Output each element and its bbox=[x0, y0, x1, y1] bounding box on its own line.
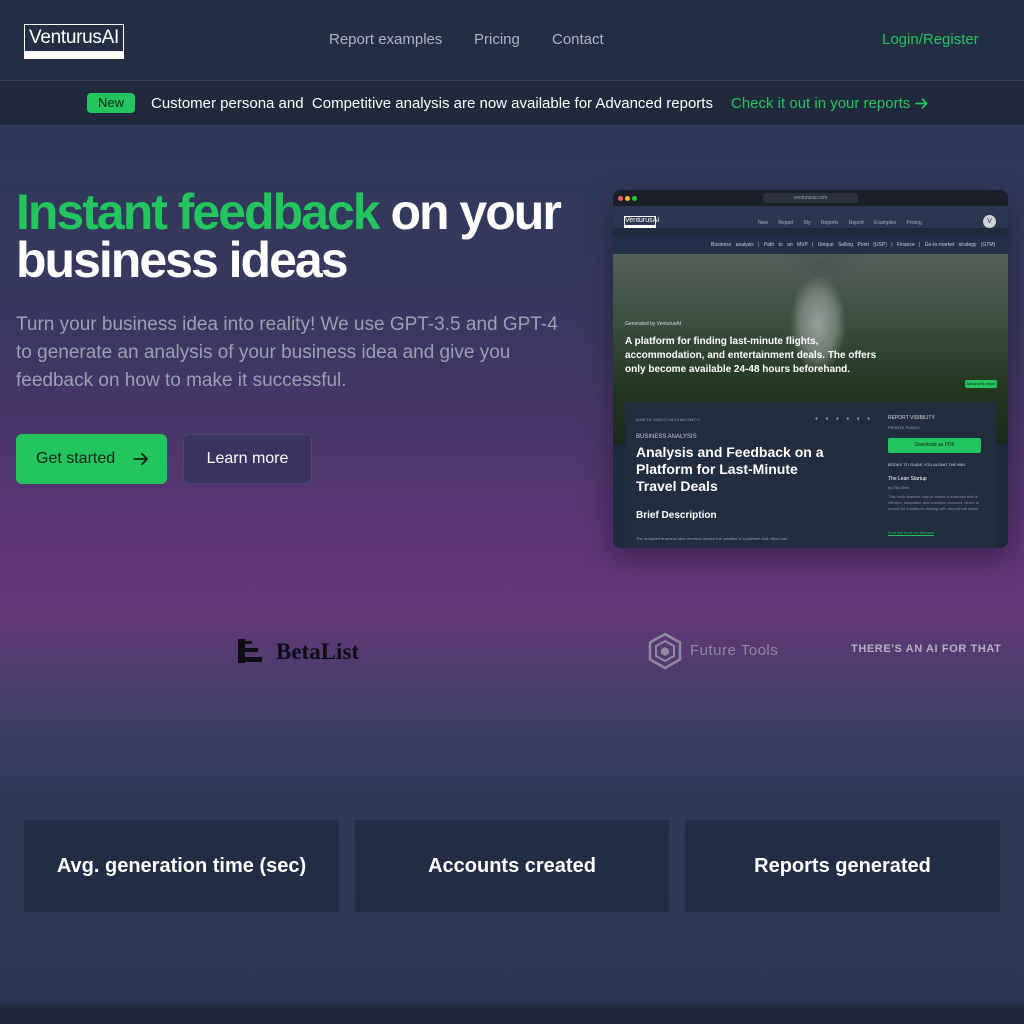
preview-section-heading: Brief Description bbox=[636, 510, 717, 521]
announcement-bar: New Customer persona and Competitive ana… bbox=[0, 80, 1024, 126]
futuretools-hexagon-icon bbox=[648, 632, 682, 670]
preview-category: BUSINESS ANALYSIS bbox=[636, 434, 697, 440]
preview-books-label: BOOKS TO GUIDE YOU ALONG THE WAY bbox=[888, 462, 966, 467]
betalist-text: BetaList bbox=[276, 639, 360, 664]
get-started-label: Get started bbox=[36, 450, 116, 467]
betalist-icon bbox=[238, 639, 262, 663]
announcement-text: Customer persona and Competitive analysi… bbox=[151, 95, 713, 112]
close-dot-icon bbox=[618, 196, 623, 201]
app-preview-image: venturusai.com VenturusAI New Report My … bbox=[613, 190, 1008, 548]
stat-card-reports-generated: Reports generated bbox=[685, 820, 1000, 912]
hero-title: Instant feedback on your business ideas bbox=[16, 187, 606, 285]
minimize-dot-icon bbox=[625, 196, 630, 201]
preview-date: JUNE 18, 2023 07:18:43 AM GMT+1 bbox=[635, 417, 701, 422]
preview-book-author: by Eric Ries bbox=[888, 485, 910, 490]
stat-label: Reports generated bbox=[754, 854, 931, 877]
login-register-link[interactable]: Login/Register bbox=[882, 31, 979, 48]
avatar: V bbox=[983, 215, 996, 228]
arrow-right-icon bbox=[915, 98, 928, 109]
stat-card-accounts-created: Accounts created bbox=[355, 820, 669, 912]
preview-body-text: The analyzed business idea revolves arou… bbox=[636, 536, 789, 541]
preview-logo: VenturusAI bbox=[624, 216, 659, 228]
preview-headline: A platform for finding last-minute fligh… bbox=[625, 336, 877, 375]
preview-advanced-badge: Advanced report bbox=[965, 380, 997, 388]
arrow-right-icon bbox=[133, 453, 149, 465]
preview-tab-labels: Business analysis | Path to an MVP | Uni… bbox=[711, 242, 996, 248]
hero-subtitle: Turn your business idea into reality! We… bbox=[16, 314, 558, 391]
nav-report-examples[interactable]: Report examples bbox=[329, 31, 442, 48]
new-badge: New bbox=[87, 93, 135, 113]
preview-url: venturusai.com bbox=[763, 193, 858, 203]
stat-card-avg-generation-time: Avg. generation time (sec) bbox=[24, 820, 339, 912]
check-reports-link[interactable]: Check it out in your reports bbox=[731, 95, 929, 112]
preview-share-icons: ● ● ● ● ● ● bbox=[815, 416, 874, 422]
site-header: VenturusAI Report examples Pricing Conta… bbox=[0, 0, 1024, 80]
get-started-button[interactable]: Get started bbox=[16, 434, 167, 484]
theresanaiforthat-logo[interactable]: THERE'S AN AI FOR THAT bbox=[851, 643, 1001, 655]
preview-visibility-toggle: PRIVATE PUBLIC bbox=[888, 425, 921, 430]
maximize-dot-icon bbox=[632, 196, 637, 201]
check-reports-label: Check it out in your reports bbox=[731, 95, 911, 112]
preview-book-description: This book teaches how to create a busine… bbox=[888, 494, 979, 511]
preview-visibility-label: REPORT VISIBILITY bbox=[888, 415, 935, 421]
preview-nav-links: New Report My Reports Report Examples Pr… bbox=[758, 220, 922, 226]
futuretools-text: Future Tools bbox=[690, 642, 779, 659]
preview-download-pdf: Download as PDF bbox=[888, 438, 981, 453]
preview-report-title: Analysis and Feedback on a Platform for … bbox=[636, 444, 824, 494]
stat-label: Avg. generation time (sec) bbox=[56, 854, 307, 877]
learn-more-button[interactable]: Learn more bbox=[183, 434, 312, 484]
preview-generated-by: Generated by VenturusAI bbox=[625, 321, 682, 327]
nav-contact[interactable]: Contact bbox=[552, 31, 604, 48]
nav-pricing[interactable]: Pricing bbox=[474, 31, 520, 48]
stat-label: Accounts created bbox=[428, 854, 596, 877]
preview-book-link: Find this book on Amazon bbox=[888, 530, 935, 535]
preview-book-title: The Lean Startup bbox=[888, 476, 927, 482]
logo[interactable]: VenturusAI bbox=[24, 24, 124, 59]
